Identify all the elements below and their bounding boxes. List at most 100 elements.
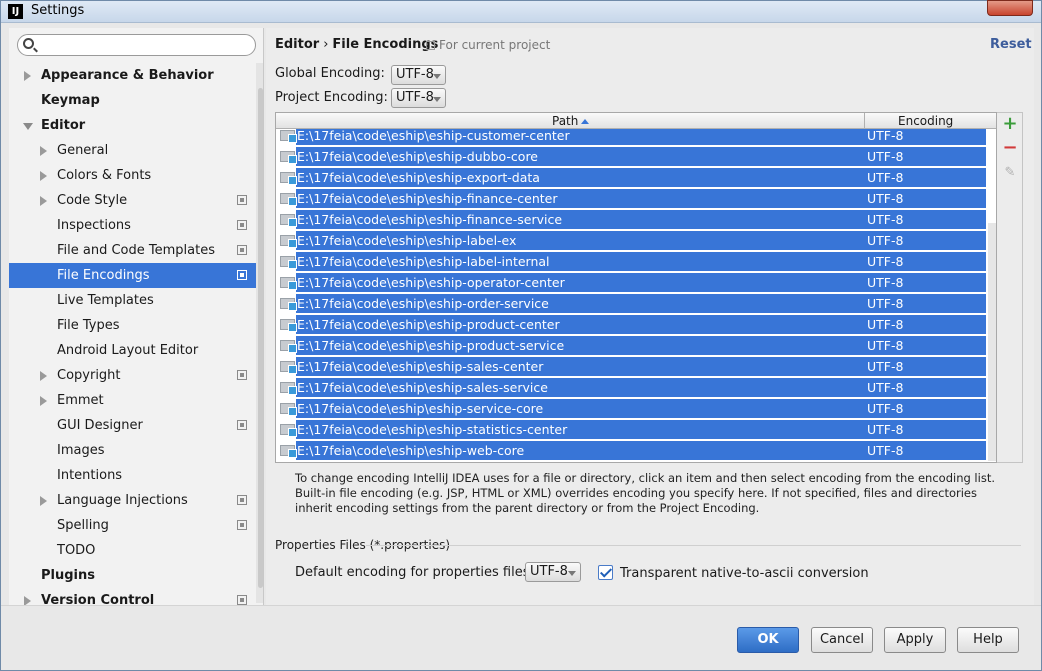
sidebar-item-intentions[interactable]: Intentions bbox=[9, 463, 263, 488]
chevron-down-icon[interactable] bbox=[23, 123, 33, 130]
project-scope-icon bbox=[237, 595, 247, 605]
table-scrollbar[interactable] bbox=[988, 223, 996, 461]
global-encoding-select[interactable]: UTF-8 bbox=[391, 65, 446, 85]
chevron-right-icon[interactable] bbox=[40, 196, 47, 206]
module-folder-icon bbox=[280, 130, 297, 143]
sidebar-item-label: Plugins bbox=[41, 568, 95, 583]
sidebar-item-keymap[interactable]: Keymap bbox=[9, 88, 263, 113]
table-row[interactable]: E:\17feia\code\eship\eship-label-ex UTF-8 bbox=[276, 230, 986, 251]
row-encoding[interactable]: UTF-8 bbox=[867, 314, 903, 335]
native-to-ascii-label[interactable]: Transparent native-to-ascii conversion bbox=[620, 566, 869, 581]
sidebar-item-android-layout-editor[interactable]: Android Layout Editor bbox=[9, 338, 263, 363]
sidebar-item-colors-fonts[interactable]: Colors & Fonts bbox=[9, 163, 263, 188]
sidebar-item-label: Images bbox=[57, 443, 105, 458]
search-icon bbox=[23, 38, 34, 49]
table-row[interactable]: E:\17feia\code\eship\eship-web-core UTF-8 bbox=[276, 440, 986, 461]
row-encoding[interactable]: UTF-8 bbox=[867, 272, 903, 293]
sidebar-item-todo[interactable]: TODO bbox=[9, 538, 263, 563]
sidebar-item-file-types[interactable]: File Types bbox=[9, 313, 263, 338]
row-path: E:\17feia\code\eship\eship-dubbo-core bbox=[297, 149, 538, 164]
add-icon[interactable]: + bbox=[1002, 115, 1018, 133]
table-row[interactable]: E:\17feia\code\eship\eship-export-data UT… bbox=[276, 167, 986, 188]
help-button[interactable]: Help bbox=[957, 627, 1019, 653]
cancel-button[interactable]: Cancel bbox=[811, 627, 873, 653]
chevron-right-icon[interactable] bbox=[40, 396, 47, 406]
chevron-right-icon[interactable] bbox=[40, 496, 47, 506]
column-divider[interactable] bbox=[864, 113, 865, 129]
column-header-path-label: Path bbox=[552, 114, 579, 128]
table-row[interactable]: E:\17feia\code\eship\eship-dubbo-core UTF… bbox=[276, 146, 986, 167]
sidebar-item-file-encodings[interactable]: File Encodings bbox=[9, 263, 263, 288]
table-row[interactable]: E:\17feia\code\eship\eship-statistics-ce… bbox=[276, 419, 986, 440]
column-header-path[interactable]: Path bbox=[552, 113, 590, 129]
window-close-button[interactable] bbox=[987, 0, 1033, 16]
reset-link[interactable]: Reset bbox=[990, 37, 1032, 52]
table-row[interactable]: E:\17feia\code\eship\eship-product-cente… bbox=[276, 314, 986, 335]
sidebar-item-general[interactable]: General bbox=[9, 138, 263, 163]
table-row[interactable]: E:\17feia\code\eship\eship-finance-servi… bbox=[276, 209, 986, 230]
project-scope-icon bbox=[237, 420, 247, 430]
table-row[interactable]: E:\17feia\code\eship\eship-operator-cent… bbox=[276, 272, 986, 293]
chevron-down-icon bbox=[433, 74, 441, 79]
sidebar-item-live-templates[interactable]: Live Templates bbox=[9, 288, 263, 313]
row-encoding[interactable]: UTF-8 bbox=[867, 398, 903, 419]
table-row[interactable]: E:\17feia\code\eship\eship-service-core U… bbox=[276, 398, 986, 419]
table-row[interactable]: E:\17feia\code\eship\eship-sales-center U… bbox=[276, 356, 986, 377]
column-header-encoding[interactable]: Encoding bbox=[898, 113, 953, 129]
project-encoding-select[interactable]: UTF-8 bbox=[391, 88, 446, 108]
properties-encoding-select[interactable]: UTF-8 bbox=[525, 562, 581, 582]
chevron-right-icon[interactable] bbox=[24, 71, 31, 81]
row-encoding[interactable]: UTF-8 bbox=[867, 377, 903, 398]
chevron-right-icon[interactable] bbox=[40, 146, 47, 156]
row-path: E:\17feia\code\eship\eship-product-servi… bbox=[297, 338, 565, 353]
sidebar-item-version-control[interactable]: Version Control bbox=[9, 588, 263, 605]
global-encoding-label: Global Encoding: bbox=[275, 66, 385, 81]
row-encoding[interactable]: UTF-8 bbox=[867, 230, 903, 251]
remove-icon[interactable]: − bbox=[1002, 139, 1018, 157]
module-folder-icon bbox=[280, 172, 297, 185]
ok-button[interactable]: OK bbox=[737, 627, 799, 653]
row-encoding[interactable]: UTF-8 bbox=[867, 251, 903, 272]
apply-button[interactable]: Apply bbox=[884, 627, 946, 653]
sidebar-item-gui-designer[interactable]: GUI Designer bbox=[9, 413, 263, 438]
sidebar-item-code-style[interactable]: Code Style bbox=[9, 188, 263, 213]
native-to-ascii-checkbox[interactable] bbox=[598, 565, 613, 580]
sidebar-item-copyright[interactable]: Copyright bbox=[9, 363, 263, 388]
sidebar-item-spelling[interactable]: Spelling bbox=[9, 513, 263, 538]
sidebar-item-appearance-behavior[interactable]: Appearance & Behavior bbox=[9, 63, 263, 88]
chevron-right-icon[interactable] bbox=[40, 371, 47, 381]
edit-icon[interactable]: ✎ bbox=[1002, 165, 1018, 181]
encoding-help-text: To change encoding IntelliJ IDEA uses fo… bbox=[295, 471, 995, 515]
table-row[interactable]: E:\17feia\code\eship\eship-label-interna… bbox=[276, 251, 986, 272]
row-encoding[interactable]: UTF-8 bbox=[867, 335, 903, 356]
sidebar-item-language-injections[interactable]: Language Injections bbox=[9, 488, 263, 513]
row-encoding[interactable]: UTF-8 bbox=[867, 440, 903, 461]
table-row[interactable]: E:\17feia\code\eship\eship-product-servi… bbox=[276, 335, 986, 356]
row-encoding[interactable]: UTF-8 bbox=[867, 209, 903, 230]
sidebar-scrollbar-thumb[interactable] bbox=[258, 88, 263, 588]
sidebar-item-file-and-code-templates[interactable]: File and Code Templates bbox=[9, 238, 263, 263]
row-encoding[interactable]: UTF-8 bbox=[867, 146, 903, 167]
sidebar-item-images[interactable]: Images bbox=[9, 438, 263, 463]
chevron-right-icon[interactable] bbox=[24, 596, 31, 605]
sidebar-item-label: TODO bbox=[57, 543, 96, 558]
chevron-right-icon[interactable] bbox=[40, 171, 47, 181]
search-input[interactable] bbox=[40, 37, 250, 53]
file-encodings-panel: Editor › File Encodings For current projec… bbox=[266, 28, 1034, 605]
row-encoding[interactable]: UTF-8 bbox=[867, 188, 903, 209]
sidebar-item-label: File Encodings bbox=[57, 268, 150, 283]
settings-search[interactable] bbox=[17, 34, 256, 56]
row-encoding[interactable]: UTF-8 bbox=[867, 356, 903, 377]
sidebar-item-plugins[interactable]: Plugins bbox=[9, 563, 263, 588]
row-encoding[interactable]: UTF-8 bbox=[867, 167, 903, 188]
sidebar-item-inspections[interactable]: Inspections bbox=[9, 213, 263, 238]
sidebar-item-editor[interactable]: Editor bbox=[9, 113, 263, 138]
row-encoding[interactable]: UTF-8 bbox=[867, 293, 903, 314]
table-row[interactable]: E:\17feia\code\eship\eship-order-service… bbox=[276, 293, 986, 314]
table-row[interactable]: E:\17feia\code\eship\eship-sales-service… bbox=[276, 377, 986, 398]
sidebar-item-emmet[interactable]: Emmet bbox=[9, 388, 263, 413]
row-path: E:\17feia\code\eship\eship-product-cente… bbox=[297, 317, 560, 332]
row-encoding[interactable]: UTF-8 bbox=[867, 419, 903, 440]
global-encoding-value: UTF-8 bbox=[396, 67, 434, 82]
table-row[interactable]: E:\17feia\code\eship\eship-finance-cente… bbox=[276, 188, 986, 209]
